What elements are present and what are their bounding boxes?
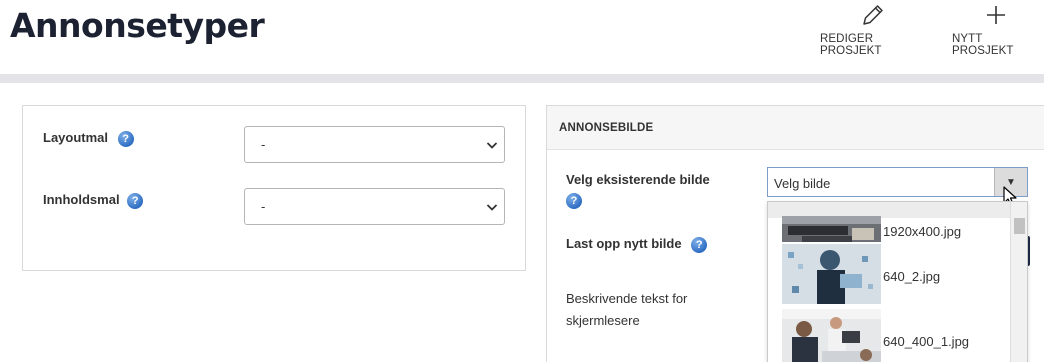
file-name: 640_400_1.jpg <box>883 333 970 349</box>
file-name: 640_2.jpg <box>883 268 941 284</box>
help-icon[interactable]: ? <box>566 193 582 209</box>
list-item[interactable]: 640_2.jpg <box>768 243 1008 309</box>
upload-image-label: Last opp nytt bilde ? <box>566 236 708 253</box>
layout-template-select[interactable]: - <box>244 126 505 163</box>
chevron-down-icon <box>486 199 498 214</box>
screen-reader-text-label: Beskrivende tekst for skjermlesere <box>566 291 688 328</box>
scrollbar-thumb[interactable] <box>1014 218 1025 234</box>
content-template-label: Innholdsmal ? <box>43 192 144 209</box>
existing-image-value: Velg bilde <box>774 176 831 191</box>
scrollbar[interactable] <box>1010 202 1027 362</box>
file-name: 1920x400.jpg <box>883 223 962 239</box>
image-thumbnail <box>782 243 881 309</box>
list-item[interactable]: 640_400_1.jpg <box>768 308 1008 362</box>
page-title: Annonsetyper <box>10 6 265 45</box>
help-icon[interactable]: ? <box>127 192 144 209</box>
chevron-down-icon <box>486 137 498 152</box>
pencil-icon <box>860 0 886 30</box>
image-dropdown-list[interactable]: 1920x400.jpg 640_2.jpg 640_400_1.jpg <box>767 201 1028 362</box>
new-project-button[interactable]: NYTT PROSJEKT <box>952 0 1040 57</box>
panel-title: ANNONSEBILDE <box>547 106 1044 150</box>
edit-project-label: REDIGER PROSJEKT <box>820 33 882 57</box>
layout-template-label: Layoutmal ? <box>43 130 134 147</box>
header-divider <box>0 74 1044 83</box>
image-thumbnail <box>782 215 881 247</box>
edit-project-button[interactable]: REDIGER PROSJEKT <box>820 0 926 57</box>
content-template-select[interactable]: - <box>244 188 505 225</box>
plus-icon <box>985 0 1007 30</box>
existing-image-label: Velg eksisterende bilde ? <box>566 172 710 209</box>
help-icon[interactable]: ? <box>117 130 134 147</box>
help-icon[interactable]: ? <box>691 236 708 253</box>
list-item[interactable]: 1920x400.jpg <box>768 215 1008 247</box>
image-thumbnail <box>782 308 881 362</box>
existing-image-select[interactable]: Velg bilde ▼ <box>767 167 1028 197</box>
new-project-label: NYTT PROSJEKT <box>952 33 1014 57</box>
